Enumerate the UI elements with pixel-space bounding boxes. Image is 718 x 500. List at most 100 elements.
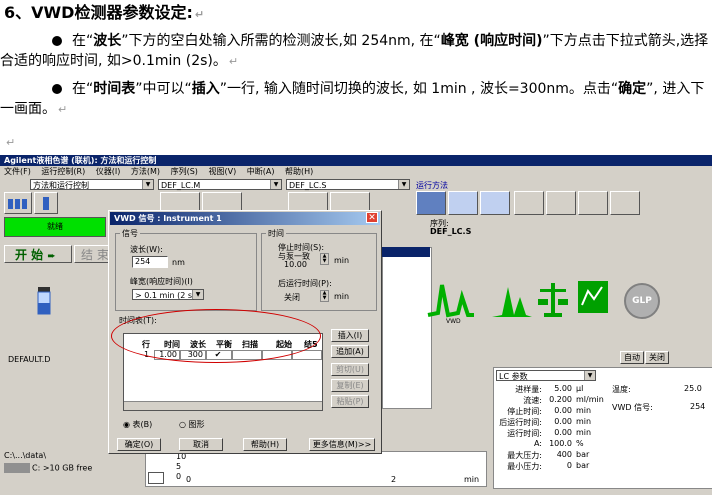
zoom-icon[interactable] (148, 472, 164, 484)
chevron-down-icon[interactable]: ▼ (398, 180, 409, 189)
radio-graph[interactable]: ○ 图形 (179, 419, 205, 430)
data-file-name: DEFAULT.D (8, 355, 51, 364)
close-button[interactable]: 关闭 (645, 351, 669, 364)
lc-param-value: 400 (556, 450, 572, 459)
view-combo[interactable]: 方法和运行控制 ▼ (30, 179, 154, 190)
window-title: Agilent液相色谱 (联机): 方法和运行控制 (0, 155, 712, 166)
stoptime-unit: min (334, 256, 350, 265)
sequence-combo[interactable]: DEF_LC.S ▼ (286, 179, 410, 190)
lc-params-panel: LC 参数 ▼ 进样量: 5.00 µl 流速: 0.200 ml/min 停止时间: 0.00… (493, 367, 712, 489)
time-group: 时间 停止时间(S): 与泵一致 10.00 ▲ ▼ min 后运行时间(P): … (261, 228, 377, 311)
close-icon[interactable]: ✕ (366, 212, 378, 223)
vwd-icon: VWD (427, 284, 474, 325)
return-mark: ↵ (194, 8, 205, 21)
signal-group: 信号 波长(W): 254 nm 峰宽(响应时间)(I) > 0.1 min (… (115, 228, 257, 311)
start-button[interactable]: 开 始 ➨ (4, 245, 72, 263)
lc-param-value: 0.00 (554, 417, 572, 426)
menu-method[interactable]: 方法(M) (131, 167, 160, 176)
paragraph-timetable: 在“时间表”中可以“插入”一行, 输入随时间切换的波长, 如 1min , 波长… (0, 81, 705, 117)
section-heading: 6、VWD检测器参数设定: ↵ (4, 3, 204, 25)
help-button[interactable]: 帮助(H) (243, 438, 287, 451)
stoptime-spinner[interactable]: ▲ ▼ (320, 253, 329, 265)
chevron-down-icon[interactable]: ▼ (584, 371, 595, 380)
balance-icon (538, 283, 568, 317)
report-icon (578, 281, 608, 313)
lc-param-label: A: (533, 439, 542, 448)
more-info-button[interactable]: 更多信息(M)>> (309, 438, 375, 451)
vwd-signal-value: 254 (690, 402, 706, 411)
chevron-down-icon[interactable]: ▼ (192, 290, 203, 299)
insert-button[interactable]: 插入(I) (331, 329, 369, 342)
vials-icon (8, 199, 27, 209)
ok-button[interactable]: 确定(O) (117, 438, 161, 451)
wavelength-label: 波长(W): (130, 245, 163, 254)
lc-param-unit: min (576, 428, 592, 437)
cancel-button[interactable]: 取消 (179, 438, 223, 451)
append-button[interactable]: 追加(A) (331, 345, 369, 358)
radio-table[interactable]: ◉ 表(B) (123, 419, 152, 430)
lc-param-value: 0.200 (549, 395, 572, 404)
vial-icon (43, 197, 49, 210)
signal-group-title: 信号 (120, 228, 140, 239)
method-icon-button-7[interactable] (610, 191, 640, 215)
lc-param-label: 进样量: (515, 385, 542, 394)
glp-icon[interactable]: GLP (624, 283, 660, 319)
paste-button[interactable]: 粘贴(P) (331, 395, 369, 408)
menu-help[interactable]: 帮助(H) (285, 167, 313, 176)
posttime-label: 后运行时间(P): (278, 279, 332, 288)
method-icon-button-3[interactable] (480, 191, 510, 215)
method-icon-button-6[interactable] (578, 191, 608, 215)
radio-selected-icon: ◉ (123, 420, 130, 429)
lc-param-label: 流速: (523, 396, 542, 405)
vwd-signal-label: VWD 信号: (612, 403, 653, 412)
menu-instrument[interactable]: 仪器(I) (96, 167, 121, 176)
wavelength-input[interactable]: 254 (132, 256, 168, 268)
chromatogram-icon (492, 287, 532, 317)
heading-text: 6、VWD检测器参数设定: (4, 3, 193, 22)
peakwidth-select[interactable]: > 0.1 min (2 s) ▼ (132, 289, 204, 300)
lc-param-value: 100.0 (549, 439, 572, 448)
vwd-signal-dialog: VWD 信号 : Instrument 1 ✕ 信号 波长(W): 254 nm… (108, 210, 382, 454)
menu-file[interactable]: 文件(F) (4, 167, 31, 176)
method-icon-button-1[interactable] (416, 191, 446, 215)
method-icon-button-4[interactable] (514, 191, 544, 215)
horizontal-scrollbar[interactable] (124, 401, 322, 410)
menu-abort[interactable]: 中断(A) (247, 167, 275, 176)
lc-param-unit: min (576, 406, 592, 415)
menu-bar: 文件(F) 运行控制(R) 仪器(I) 方法(M) 序列(S) 视图(V) 中断… (0, 166, 712, 178)
lc-param-value: 0.00 (554, 406, 572, 415)
menu-run-control[interactable]: 运行控制(R) (41, 167, 85, 176)
menu-sequence[interactable]: 序列(S) (171, 167, 198, 176)
lc-param-unit: bar (576, 461, 590, 470)
single-vial-button[interactable] (34, 192, 58, 214)
bullet-icon (52, 36, 62, 46)
lc-param-unit: min (576, 417, 592, 426)
lc-params-combo[interactable]: LC 参数 ▼ (496, 370, 596, 381)
lc-param-label: 最小压力: (507, 462, 542, 471)
dialog-title: VWD 信号 : Instrument 1 (110, 212, 380, 225)
auto-button[interactable]: 自动 (620, 351, 644, 364)
method-icon-button-5[interactable] (546, 191, 576, 215)
method-combo[interactable]: DEF_LC.M ▼ (158, 179, 282, 190)
y-tick: 5 (176, 462, 182, 471)
lc-param-unit: bar (576, 450, 590, 459)
vial-icon (37, 287, 51, 315)
posttime-spinner[interactable]: ▲ ▼ (320, 290, 329, 302)
cut-button[interactable]: 剪切(U) (331, 363, 369, 376)
chevron-down-icon[interactable]: ▼ (142, 180, 153, 189)
posttime-value: 关闭 (284, 293, 300, 302)
stoptime-value: 10.00 (284, 260, 307, 269)
wavelength-unit: nm (172, 258, 185, 267)
vials-button[interactable] (4, 192, 32, 214)
method-icon-button-2[interactable] (448, 191, 478, 215)
copy-button[interactable]: 复制(E) (331, 379, 369, 392)
menu-view[interactable]: 视图(V) (208, 167, 236, 176)
lc-param-unit: ml/min (576, 395, 604, 404)
sequence-name: DEF_LC.S (430, 227, 472, 236)
svg-text:VWD: VWD (446, 318, 461, 325)
chevron-down-icon[interactable]: ▼ (270, 180, 281, 189)
lc-param-label: 最大压力: (507, 451, 542, 460)
lc-param-value: 5.00 (554, 384, 572, 393)
temp-label: 温度: (612, 385, 631, 394)
drive-info: C: >10 GB free (4, 463, 92, 473)
